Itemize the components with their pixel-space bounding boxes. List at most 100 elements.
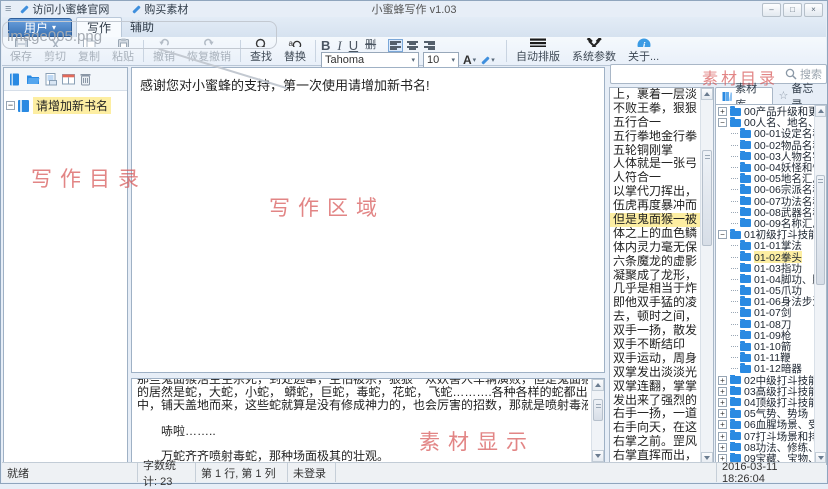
tab-user[interactable]: 用户 ▾: [8, 18, 72, 37]
tab-material-library[interactable]: 素材库: [715, 87, 773, 104]
align-right-icon[interactable]: [423, 40, 436, 51]
new-volume-icon[interactable]: [26, 73, 40, 85]
tree-node[interactable]: 01-02拳头: [716, 251, 814, 262]
undo-button[interactable]: 撤销: [147, 37, 181, 65]
tree-node[interactable]: +06血腥场景、受伤: [716, 419, 814, 430]
font-name-select[interactable]: Tahoma ▾: [321, 52, 419, 68]
expand-icon[interactable]: +: [718, 376, 727, 385]
tree-node[interactable]: 00-02物品名称: [716, 140, 814, 151]
expand-icon[interactable]: +: [718, 398, 727, 407]
phrase-item[interactable]: 凝聚成了龙形，: [610, 269, 700, 283]
scrollbar-thumb[interactable]: [702, 150, 712, 246]
new-book-icon[interactable]: [8, 73, 21, 86]
scroll-down-icon[interactable]: [592, 450, 604, 462]
phrase-item[interactable]: 人符合一: [610, 171, 700, 185]
phrase-item[interactable]: 五行合一: [610, 116, 700, 130]
phrase-item[interactable]: 体之上的血色鳞: [610, 227, 700, 241]
tree-node[interactable]: 00-04妖怪和怪: [716, 162, 814, 173]
tree-node[interactable]: 01-10箭: [716, 341, 814, 352]
find-button[interactable]: 查找: [244, 37, 278, 65]
tree-node[interactable]: −01初级打斗技能: [716, 229, 814, 240]
tree-node[interactable]: 00-07功法名称: [716, 196, 814, 207]
new-chapter-icon[interactable]: [45, 73, 57, 86]
tree-node[interactable]: 01-11鞭: [716, 352, 814, 363]
expand-icon[interactable]: +: [718, 107, 727, 116]
tree-node[interactable]: +08功法、修练、升: [716, 442, 814, 453]
phrase-item[interactable]: 但是鬼面猴一被: [610, 213, 700, 227]
minimize-icon[interactable]: –: [762, 3, 781, 17]
expand-icon[interactable]: +: [718, 409, 727, 418]
tree-node[interactable]: 01-01掌法: [716, 240, 814, 251]
scroll-up-icon[interactable]: [815, 105, 826, 117]
phrase-item[interactable]: 几乎是相当于炸: [610, 282, 700, 296]
tree-node[interactable]: 01-07剑: [716, 307, 814, 318]
cut-button[interactable]: 剪切: [38, 37, 72, 65]
underline-button[interactable]: U: [349, 39, 358, 52]
phrase-item[interactable]: 右掌之前。罡风: [610, 435, 700, 449]
tree-node[interactable]: +05气势、势场: [716, 408, 814, 419]
about-button[interactable]: i 关于...: [622, 37, 665, 65]
tree-node[interactable]: 01-03指功: [716, 263, 814, 274]
expand-icon[interactable]: +: [718, 420, 727, 429]
tree-node[interactable]: 00-06宗派名称: [716, 184, 814, 195]
phrase-item[interactable]: 双手运动，周身: [610, 352, 700, 366]
paste-button[interactable]: 粘贴: [106, 37, 140, 65]
tree-node[interactable]: −00人名、地名、功: [716, 117, 814, 128]
phrase-item[interactable]: 右手向天，在这: [610, 421, 700, 435]
collapse-icon[interactable]: −: [6, 101, 15, 110]
status-login-state[interactable]: 未登录: [288, 463, 336, 482]
italic-button[interactable]: I: [337, 39, 341, 52]
expand-icon[interactable]: +: [718, 432, 727, 441]
replace-button[interactable]: a 替换: [278, 37, 312, 65]
expand-icon[interactable]: +: [718, 443, 727, 452]
scrollbar-thumb[interactable]: [816, 175, 825, 285]
tree-node[interactable]: − 请增加新书名: [6, 97, 125, 114]
maximize-icon[interactable]: □: [783, 3, 802, 17]
material-scrollbar[interactable]: [591, 379, 604, 462]
tree-node[interactable]: 01-12暗器: [716, 363, 814, 374]
tree-node[interactable]: +02中级打斗技能: [716, 375, 814, 386]
tree-node[interactable]: 00-01设定名称: [716, 128, 814, 139]
phrase-item[interactable]: 右手一扬，一道: [610, 407, 700, 421]
tree-node[interactable]: +00产品升级和更新: [716, 106, 814, 117]
system-params-button[interactable]: 系统参数: [566, 37, 622, 65]
scroll-up-icon[interactable]: [592, 379, 604, 391]
phrase-item[interactable]: 上，裹着一层淡: [610, 88, 700, 102]
tree-node[interactable]: +03高级打斗技能: [716, 386, 814, 397]
tree-node[interactable]: 01-09枪: [716, 330, 814, 341]
tree-node[interactable]: 00-08武器名称: [716, 207, 814, 218]
phrase-item[interactable]: 不败王拳，狠狠: [610, 102, 700, 116]
align-center-icon[interactable]: [406, 40, 419, 51]
rename-icon[interactable]: [62, 73, 75, 85]
scroll-up-icon[interactable]: [701, 88, 713, 100]
bold-button[interactable]: B: [321, 39, 330, 52]
tree-node[interactable]: 01-08刀: [716, 319, 814, 330]
redo-button[interactable]: 恢复撤销: [181, 37, 237, 65]
link-official-site[interactable]: 访问小蜜蜂官网: [19, 1, 109, 17]
save-button[interactable]: 保存: [4, 37, 38, 65]
align-left-icon[interactable]: [389, 40, 402, 51]
phrase-item[interactable]: 以掌代刀挥出，: [610, 185, 700, 199]
highlight-pen-button[interactable]: ▾: [480, 55, 495, 65]
link-buy-material[interactable]: 购买素材: [131, 1, 188, 17]
tree-node[interactable]: +07打斗场景和排兵: [716, 430, 814, 441]
tree-node[interactable]: 00-05地名汇总: [716, 173, 814, 184]
phrase-item[interactable]: 体内灵力毫无保: [610, 241, 700, 255]
strikethrough-button[interactable]: 删: [365, 39, 376, 52]
phrase-list-scrollbar[interactable]: [700, 88, 713, 464]
auto-format-button[interactable]: 自动排版: [510, 37, 566, 65]
delete-icon[interactable]: [80, 73, 91, 86]
tree-node[interactable]: +04顶级打斗技能: [716, 397, 814, 408]
phrase-item[interactable]: 双手一扬，散发: [610, 324, 700, 338]
tab-memo[interactable]: ☆ 备忘录: [773, 87, 827, 104]
tree-node[interactable]: 00-09名称汇总: [716, 218, 814, 229]
phrase-item[interactable]: 双掌连翻，掌掌: [610, 380, 700, 394]
material-display-panel[interactable]: 那些鬼面猴活生生杀死，到处逃窜，生怕被杀，狠狠一众妖害人车辆演败，但是鬼面猴一被…: [131, 378, 605, 463]
tab-assist[interactable]: 辅助: [120, 17, 164, 37]
phrase-item[interactable]: 右掌直挥而出，: [610, 449, 700, 463]
phrase-item[interactable]: 六条魔龙的虚影: [610, 255, 700, 269]
scrollbar-thumb[interactable]: [593, 399, 603, 421]
phrase-item[interactable]: 伍虎再度暴冲而: [610, 199, 700, 213]
tree-node[interactable]: 01-04脚功、腿: [716, 274, 814, 285]
collapse-icon[interactable]: −: [718, 118, 727, 127]
